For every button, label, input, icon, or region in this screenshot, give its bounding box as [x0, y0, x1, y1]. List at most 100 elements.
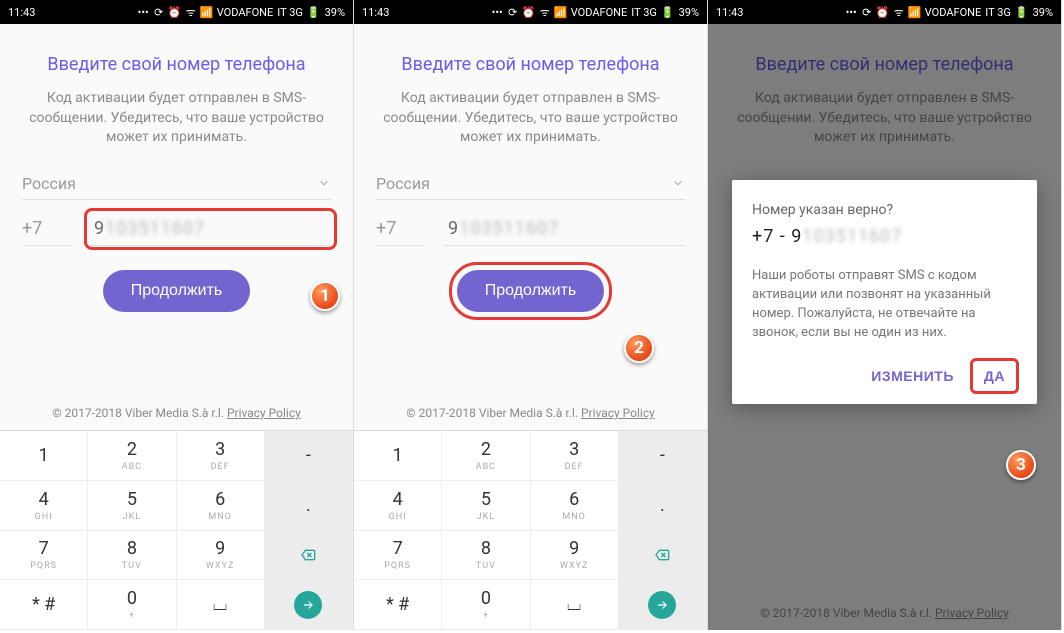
country-label: Россия — [22, 174, 76, 193]
keypad-key-0[interactable]: 0+ — [442, 580, 530, 630]
keypad-key-1[interactable]: 1 — [354, 431, 442, 481]
backspace-icon — [651, 547, 673, 563]
status-network: IT 3G — [277, 6, 303, 19]
wifi-icon: ᯤ — [893, 6, 905, 18]
keypad-key-9[interactable]: 9WXYZ — [177, 531, 265, 581]
step-badge-2: 2 — [624, 333, 654, 363]
status-bar: 11:43 ••• ⟳ ⏰ ᯤ 📶 VODAFONE IT 3G 🔋 39% — [0, 0, 353, 24]
chevron-down-icon — [671, 176, 685, 190]
phone-prefix: +7 — [376, 212, 426, 246]
status-network: IT 3G — [631, 6, 657, 19]
go-icon — [648, 591, 676, 619]
keypad-key-9[interactable]: 9WXYZ — [531, 531, 619, 581]
status-carrier: VODAFONE — [217, 6, 274, 19]
status-time: 11:43 — [362, 6, 389, 19]
keypad-key-bs[interactable] — [619, 531, 707, 581]
keypad-key-2[interactable]: 2ABC — [88, 431, 176, 481]
keypad-key-6[interactable]: 6MNO — [177, 481, 265, 531]
footer: © 2017-2018 Viber Media S.à r.l. Privacy… — [406, 392, 655, 430]
wifi-icon: ᯤ — [539, 6, 551, 18]
phone-number-input[interactable]: 9103511607 — [444, 212, 685, 246]
keypad-key-8[interactable]: 8TUV — [442, 531, 530, 581]
privacy-policy-link[interactable]: Privacy Policy — [227, 406, 301, 420]
keypad-key-4[interactable]: 4GHI — [354, 481, 442, 531]
status-battery: 39% — [679, 6, 699, 19]
confirm-dialog: Номер указан верно? +7 - 9103511607 Наши… — [732, 180, 1037, 404]
content-area: Введите свой номер телефона Код активаци… — [354, 24, 707, 430]
dialog-change-button[interactable]: ИЗМЕНИТЬ — [859, 360, 966, 392]
signal-icon: 📶 — [201, 6, 213, 18]
numeric-keypad: 12ABC3DEF- 4GHI5JKL6MNO. 7PQRS8TUV9WXYZ * #… — [354, 430, 707, 630]
status-carrier: VODAFONE — [925, 6, 982, 19]
status-time: 11:43 — [8, 6, 35, 19]
dialog-yes-button[interactable]: ДА — [972, 360, 1017, 392]
keypad-key--[interactable]: - — [265, 431, 353, 481]
phone-number-input[interactable]: 9103511607 — [90, 212, 331, 246]
screen-2: 11:43 ••• ⟳ ⏰ ᯤ 📶 VODAFONE IT 3G 🔋 39% В… — [354, 0, 708, 630]
keypad-key-bs[interactable] — [265, 531, 353, 581]
battery-icon: 🔋 — [661, 6, 675, 19]
keypad-key-6[interactable]: 6MNO — [531, 481, 619, 531]
status-dots: ••• — [138, 6, 149, 19]
phone-prefix: +7 — [22, 212, 72, 246]
keypad-key-go[interactable] — [265, 580, 353, 630]
sync-icon: ⟳ — [153, 6, 165, 18]
numeric-keypad: 12ABC3DEF- 4GHI5JKL6MNO. 7PQRS8TUV9WXYZ * #… — [0, 430, 353, 630]
status-network: IT 3G — [985, 6, 1011, 19]
dialog-title: Номер указан верно? — [752, 202, 1017, 218]
status-dots: ••• — [846, 6, 857, 19]
phone-input-row: +7 9103511607 — [22, 212, 331, 246]
screen-1: 11:43 ••• ⟳ ⏰ ᯤ 📶 VODAFONE IT 3G 🔋 39% В… — [0, 0, 354, 630]
keypad-key-3[interactable]: 3DEF — [531, 431, 619, 481]
battery-icon: 🔋 — [307, 6, 321, 19]
chevron-down-icon — [317, 176, 331, 190]
keypad-key-⌴[interactable]: ⌴ — [531, 580, 619, 630]
content-area: Введите свой номер телефона Код активаци… — [0, 24, 353, 430]
status-battery: 39% — [325, 6, 345, 19]
sync-icon: ⟳ — [507, 6, 519, 18]
country-selector[interactable]: Россия — [22, 168, 331, 200]
keypad-key-⌴[interactable]: ⌴ — [177, 580, 265, 630]
status-time: 11:43 — [716, 6, 743, 19]
keypad-key-0[interactable]: 0+ — [88, 580, 176, 630]
keypad-key-8[interactable]: 8TUV — [88, 531, 176, 581]
keypad-key-* #[interactable]: * # — [354, 580, 442, 630]
alarm-icon: ⏰ — [523, 6, 535, 18]
keypad-key-* #[interactable]: * # — [0, 580, 88, 630]
keypad-key-4[interactable]: 4GHI — [0, 481, 88, 531]
keypad-key-2[interactable]: 2ABC — [442, 431, 530, 481]
keypad-key-.[interactable]: . — [265, 481, 353, 531]
continue-button[interactable]: Продолжить — [457, 270, 604, 312]
signal-icon: 📶 — [909, 6, 921, 18]
footer-copyright: © 2017-2018 Viber Media S.à r.l. — [406, 406, 581, 420]
dialog-number: +7 - 9103511607 — [752, 226, 1017, 247]
phone-input-row: +7 9103511607 — [376, 212, 685, 246]
continue-button[interactable]: Продолжить — [103, 270, 250, 312]
country-selector[interactable]: Россия — [376, 168, 685, 200]
status-battery: 39% — [1033, 6, 1053, 19]
keypad-key-5[interactable]: 5JKL — [88, 481, 176, 531]
keypad-key-7[interactable]: 7PQRS — [0, 531, 88, 581]
keypad-key-5[interactable]: 5JKL — [442, 481, 530, 531]
alarm-icon: ⏰ — [169, 6, 181, 18]
step-badge-1: 1 — [310, 281, 340, 311]
status-bar: 11:43 ••• ⟳ ⏰ ᯤ 📶 VODAFONE IT 3G 🔋 39% — [354, 0, 707, 24]
page-title: Введите свой номер телефона — [401, 54, 659, 75]
battery-icon: 🔋 — [1015, 6, 1029, 19]
keypad-key--[interactable]: - — [619, 431, 707, 481]
keypad-key-go[interactable] — [619, 580, 707, 630]
step-badge-3: 3 — [1006, 450, 1036, 480]
privacy-policy-link[interactable]: Privacy Policy — [581, 406, 655, 420]
country-label: Россия — [376, 174, 430, 193]
signal-icon: 📶 — [555, 6, 567, 18]
page-description: Код активации будет отправлен в SMS-сооб… — [376, 89, 685, 148]
status-bar: 11:43 ••• ⟳ ⏰ ᯤ 📶 VODAFONE IT 3G 🔋 39% — [708, 0, 1061, 24]
keypad-key-3[interactable]: 3DEF — [177, 431, 265, 481]
keypad-key-.[interactable]: . — [619, 481, 707, 531]
keypad-key-1[interactable]: 1 — [0, 431, 88, 481]
dialog-description: Наши роботы отправят SMS с кодом активац… — [752, 267, 1017, 342]
keypad-key-7[interactable]: 7PQRS — [354, 531, 442, 581]
backspace-icon — [297, 547, 319, 563]
sync-icon: ⟳ — [861, 6, 873, 18]
go-icon — [294, 591, 322, 619]
